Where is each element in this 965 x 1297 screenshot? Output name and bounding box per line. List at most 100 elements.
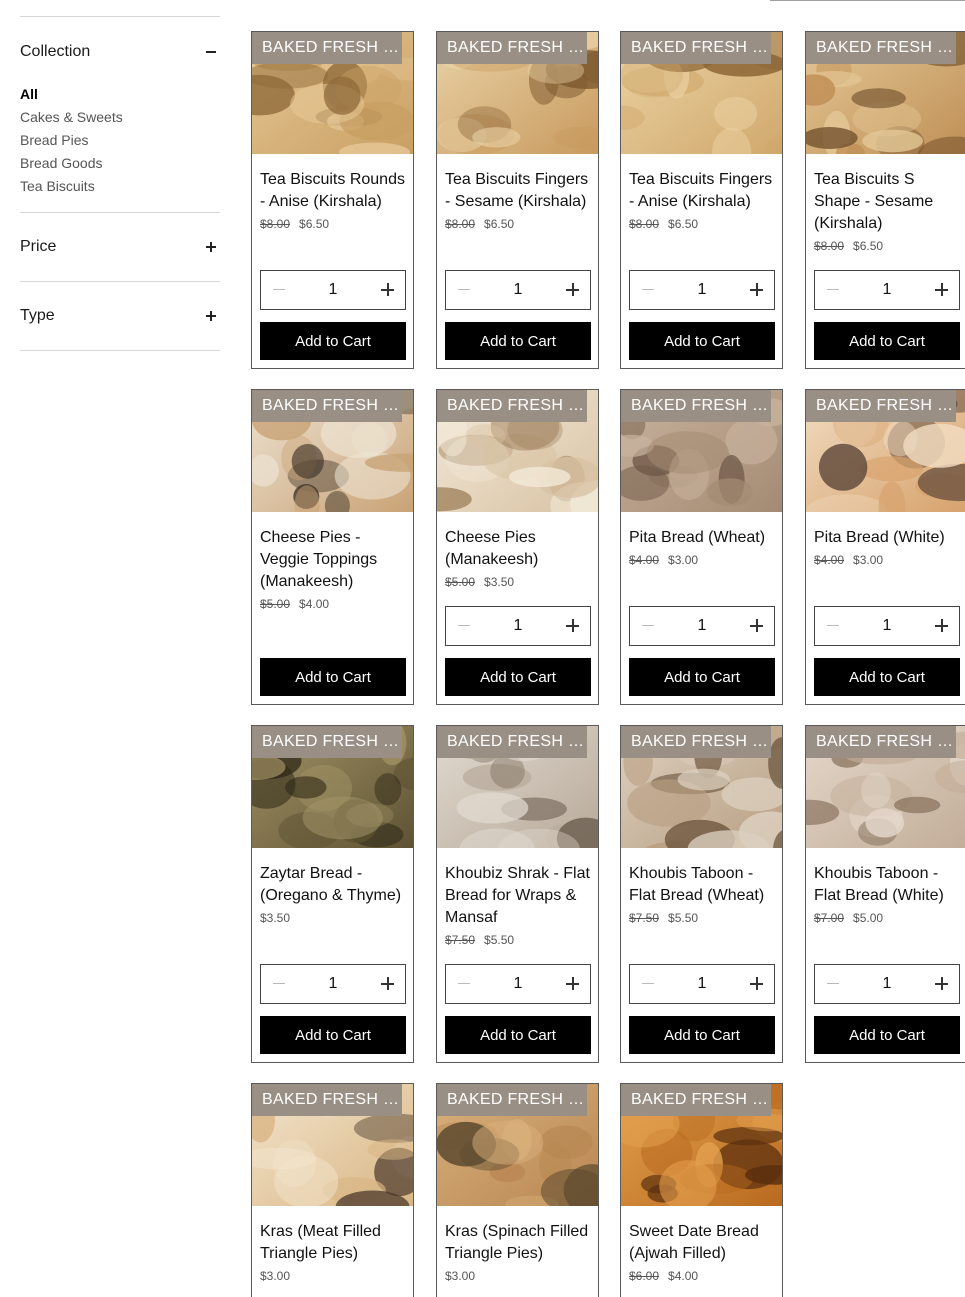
product-card[interactable]: BAKED FRESH DAILY Kras (Spinach Filled Tr… bbox=[436, 1083, 599, 1297]
minus-icon[interactable] bbox=[630, 607, 666, 645]
quantity-stepper[interactable]: 1 bbox=[260, 964, 406, 1004]
plus-icon[interactable] bbox=[369, 965, 405, 1003]
product-name[interactable]: Khoubis Taboon - Flat Bread (Wheat) bbox=[629, 863, 776, 907]
price-filter-header[interactable]: Price bbox=[20, 213, 220, 281]
product-name[interactable]: Khoubiz Shrak - Flat Bread for Wraps & M… bbox=[445, 863, 592, 929]
product-name[interactable]: Kras (Meat Filled Triangle Pies) bbox=[260, 1221, 407, 1265]
add-to-cart-button[interactable]: Add to Cart bbox=[814, 322, 960, 360]
product-card[interactable]: BAKED FRESH DAILY Pita Bread (Wheat) $4.00… bbox=[620, 389, 783, 705]
quantity-value[interactable]: 1 bbox=[698, 975, 707, 993]
collection-item-all[interactable]: All bbox=[20, 83, 220, 106]
product-card[interactable]: BAKED FRESH DAILY Khoubis Taboon - Flat B… bbox=[805, 725, 965, 1063]
collection-item-bread-pies[interactable]: Bread Pies bbox=[20, 129, 220, 152]
minus-icon[interactable] bbox=[815, 965, 851, 1003]
product-name[interactable]: Khoubis Taboon - Flat Bread (White) bbox=[814, 863, 959, 907]
product-card[interactable]: BAKED FRESH DAILY Pita Bread (White) $4.00… bbox=[805, 389, 965, 705]
plus-icon[interactable] bbox=[554, 607, 590, 645]
product-card[interactable]: BAKED FRESH DAILY Tea Biscuits Fingers - … bbox=[436, 31, 599, 369]
quantity-stepper[interactable]: 1 bbox=[814, 964, 960, 1004]
collection-item-bread-goods[interactable]: Bread Goods bbox=[20, 152, 220, 175]
product-name[interactable]: Cheese Pies - Veggie Toppings (Manakeesh… bbox=[260, 527, 407, 593]
product-card[interactable]: BAKED FRESH DAILY Cheese Pies (Manakeesh)… bbox=[436, 389, 599, 705]
quantity-stepper[interactable]: 1 bbox=[814, 270, 960, 310]
add-to-cart-button[interactable]: Add to Cart bbox=[814, 658, 960, 696]
product-ribbon: BAKED FRESH DAILY bbox=[806, 726, 956, 758]
add-to-cart-button[interactable]: Add to Cart bbox=[629, 1016, 775, 1054]
quantity-stepper[interactable]: 1 bbox=[629, 270, 775, 310]
minus-icon[interactable] bbox=[261, 271, 297, 309]
product-card[interactable]: BAKED FRESH DAILY Tea Biscuits Rounds - A… bbox=[251, 31, 414, 369]
collection-item-tea-biscuits[interactable]: Tea Biscuits bbox=[20, 175, 220, 198]
product-card[interactable]: BAKED FRESH DAILY Khoubis Taboon - Flat B… bbox=[620, 725, 783, 1063]
collection-filter-header[interactable]: Collection bbox=[20, 17, 220, 87]
add-to-cart-button[interactable]: Add to Cart bbox=[260, 658, 406, 696]
product-card[interactable]: BAKED FRESH DAILY Sweet Date Bread (Ajwah… bbox=[620, 1083, 783, 1297]
plus-icon[interactable] bbox=[369, 271, 405, 309]
product-name[interactable]: Tea Biscuits Fingers - Sesame (Kirshala) bbox=[445, 169, 592, 213]
product-card[interactable]: BAKED FRESH DAILY Khoubiz Shrak - Flat Br… bbox=[436, 725, 599, 1063]
quantity-value[interactable]: 1 bbox=[698, 617, 707, 635]
expand-plus-icon[interactable] bbox=[205, 241, 217, 253]
product-name[interactable]: Zaytar Bread - (Oregano & Thyme) bbox=[260, 863, 407, 907]
add-to-cart-button[interactable]: Add to Cart bbox=[445, 658, 591, 696]
minus-icon[interactable] bbox=[446, 607, 482, 645]
product-name[interactable]: Sweet Date Bread (Ajwah Filled) bbox=[629, 1221, 776, 1265]
quantity-value[interactable]: 1 bbox=[514, 617, 523, 635]
quantity-stepper[interactable]: 1 bbox=[445, 964, 591, 1004]
minus-icon[interactable] bbox=[815, 271, 851, 309]
minus-icon[interactable] bbox=[261, 965, 297, 1003]
add-to-cart-button[interactable]: Add to Cart bbox=[629, 322, 775, 360]
type-filter-header[interactable]: Type bbox=[20, 282, 220, 350]
quantity-value[interactable]: 1 bbox=[514, 975, 523, 993]
quantity-value[interactable]: 1 bbox=[883, 281, 892, 299]
plus-icon[interactable] bbox=[738, 965, 774, 1003]
minus-icon[interactable] bbox=[630, 271, 666, 309]
plus-icon[interactable] bbox=[923, 965, 959, 1003]
plus-icon[interactable] bbox=[738, 607, 774, 645]
quantity-value[interactable]: 1 bbox=[698, 281, 707, 299]
plus-icon[interactable] bbox=[923, 271, 959, 309]
quantity-value[interactable]: 1 bbox=[883, 975, 892, 993]
add-to-cart-button[interactable]: Add to Cart bbox=[814, 1016, 960, 1054]
quantity-value[interactable]: 1 bbox=[329, 281, 338, 299]
quantity-stepper[interactable]: 1 bbox=[260, 270, 406, 310]
product-price: $5.00 $4.00 bbox=[260, 597, 329, 611]
product-card[interactable]: BAKED FRESH DAILY Zaytar Bread - (Oregano… bbox=[251, 725, 414, 1063]
add-to-cart-button[interactable]: Add to Cart bbox=[260, 1016, 406, 1054]
product-name[interactable]: Pita Bread (White) bbox=[814, 527, 959, 549]
product-name[interactable]: Tea Biscuits Fingers - Anise (Kirshala) bbox=[629, 169, 776, 213]
minus-icon[interactable] bbox=[815, 607, 851, 645]
quantity-value[interactable]: 1 bbox=[883, 617, 892, 635]
collection-item-cakes-sweets[interactable]: Cakes & Sweets bbox=[20, 106, 220, 129]
add-to-cart-button[interactable]: Add to Cart bbox=[629, 658, 775, 696]
add-to-cart-button[interactable]: Add to Cart bbox=[445, 322, 591, 360]
plus-icon[interactable] bbox=[923, 607, 959, 645]
add-to-cart-button[interactable]: Add to Cart bbox=[445, 1016, 591, 1054]
quantity-stepper[interactable]: 1 bbox=[814, 606, 960, 646]
quantity-stepper[interactable]: 1 bbox=[445, 606, 591, 646]
store-page: Collection All Cakes & Sweets Bread Pies… bbox=[0, 0, 965, 1297]
quantity-value[interactable]: 1 bbox=[514, 281, 523, 299]
collapse-minus-icon[interactable] bbox=[205, 46, 217, 58]
plus-icon[interactable] bbox=[554, 271, 590, 309]
product-card[interactable]: BAKED FRESH DAILY Tea Biscuits Fingers - … bbox=[620, 31, 783, 369]
add-to-cart-button[interactable]: Add to Cart bbox=[260, 322, 406, 360]
plus-icon[interactable] bbox=[738, 271, 774, 309]
product-name[interactable]: Tea Biscuits Rounds - Anise (Kirshala) bbox=[260, 169, 407, 213]
minus-icon[interactable] bbox=[446, 965, 482, 1003]
product-card[interactable]: BAKED FRESH DAILY Kras (Meat Filled Trian… bbox=[251, 1083, 414, 1297]
minus-icon[interactable] bbox=[446, 271, 482, 309]
product-card[interactable]: BAKED FRESH DAILY Cheese Pies - Veggie To… bbox=[251, 389, 414, 705]
product-card[interactable]: BAKED FRESH DAILY Tea Biscuits S Shape - … bbox=[805, 31, 965, 369]
minus-icon[interactable] bbox=[630, 965, 666, 1003]
product-name[interactable]: Tea Biscuits S Shape - Sesame (Kirshala) bbox=[814, 169, 959, 235]
product-name[interactable]: Kras (Spinach Filled Triangle Pies) bbox=[445, 1221, 592, 1265]
product-name[interactable]: Pita Bread (Wheat) bbox=[629, 527, 776, 549]
quantity-stepper[interactable]: 1 bbox=[445, 270, 591, 310]
plus-icon[interactable] bbox=[554, 965, 590, 1003]
quantity-value[interactable]: 1 bbox=[329, 975, 338, 993]
product-name[interactable]: Cheese Pies (Manakeesh) bbox=[445, 527, 592, 571]
expand-plus-icon[interactable] bbox=[205, 310, 217, 322]
quantity-stepper[interactable]: 1 bbox=[629, 606, 775, 646]
quantity-stepper[interactable]: 1 bbox=[629, 964, 775, 1004]
